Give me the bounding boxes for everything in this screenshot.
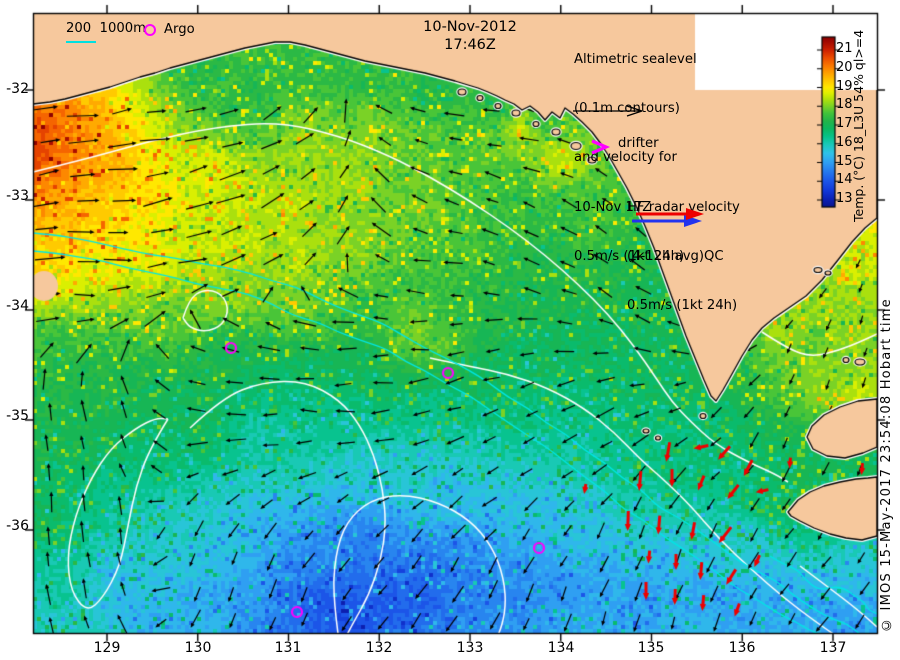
x-tick-label: 130 — [184, 640, 212, 656]
x-tick-label: 135 — [637, 640, 665, 656]
hf-scale-arrows-icon — [632, 208, 704, 227]
x-tick-label: 133 — [456, 640, 484, 656]
argo-label: Argo — [164, 22, 195, 37]
map-time: 17:46Z — [444, 37, 496, 53]
velocity-scale-arrow-icon — [573, 105, 643, 117]
x-tick-label: 129 — [93, 640, 121, 656]
y-tick-label: -33 — [6, 188, 29, 204]
argo-marker-icon — [144, 24, 156, 36]
isobath-scale-label: 200 1000m — [66, 21, 146, 36]
y-tick-label: -34 — [6, 298, 29, 314]
watermark: © IMOS 15-May-2017 23:54:08 Hobart time — [879, 298, 894, 632]
y-tick-label: -36 — [6, 518, 29, 534]
x-tick-label: 134 — [547, 640, 575, 656]
x-tick-label: 136 — [728, 640, 756, 656]
map-canvas — [0, 0, 900, 660]
x-tick-label: 131 — [274, 640, 302, 656]
x-tick-label: 137 — [819, 640, 847, 656]
drifter-arrow-icon — [591, 139, 611, 155]
isobath-sample-line — [66, 41, 96, 43]
map-date: 10-Nov-2012 — [423, 19, 517, 35]
x-tick-label: 132 — [365, 640, 393, 656]
drifter-label: drifter — [618, 136, 659, 151]
colorbar-title: Temp. (°C) 18_L3U 54% ql>=4 — [851, 29, 866, 222]
sst-map-product: 200 1000m Argo 10-Nov-2012 17:46Z Altime… — [0, 0, 900, 660]
y-tick-label: -32 — [6, 81, 29, 97]
y-tick-label: -35 — [6, 408, 29, 424]
hf-radar-legend: HF radar velocity (4-12h avg)QC 0.5m/s (… — [627, 200, 740, 314]
